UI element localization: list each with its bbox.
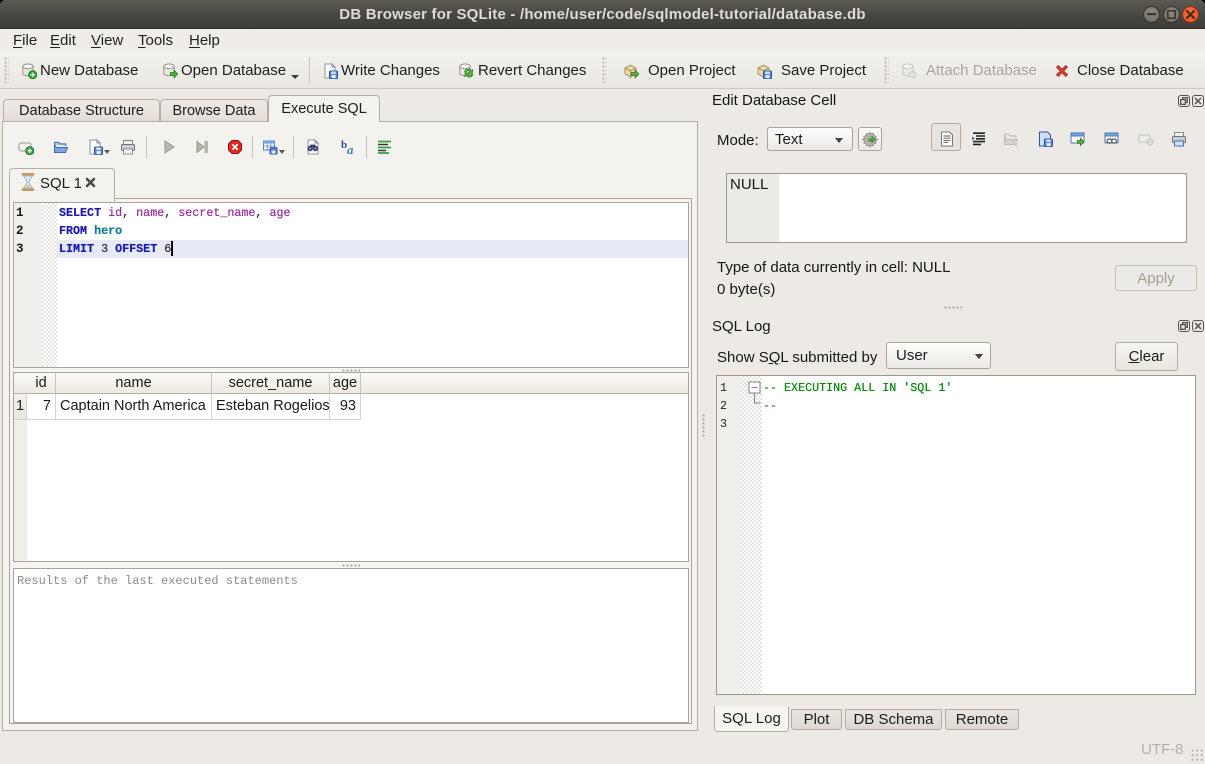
svg-text:a: a — [347, 142, 354, 155]
